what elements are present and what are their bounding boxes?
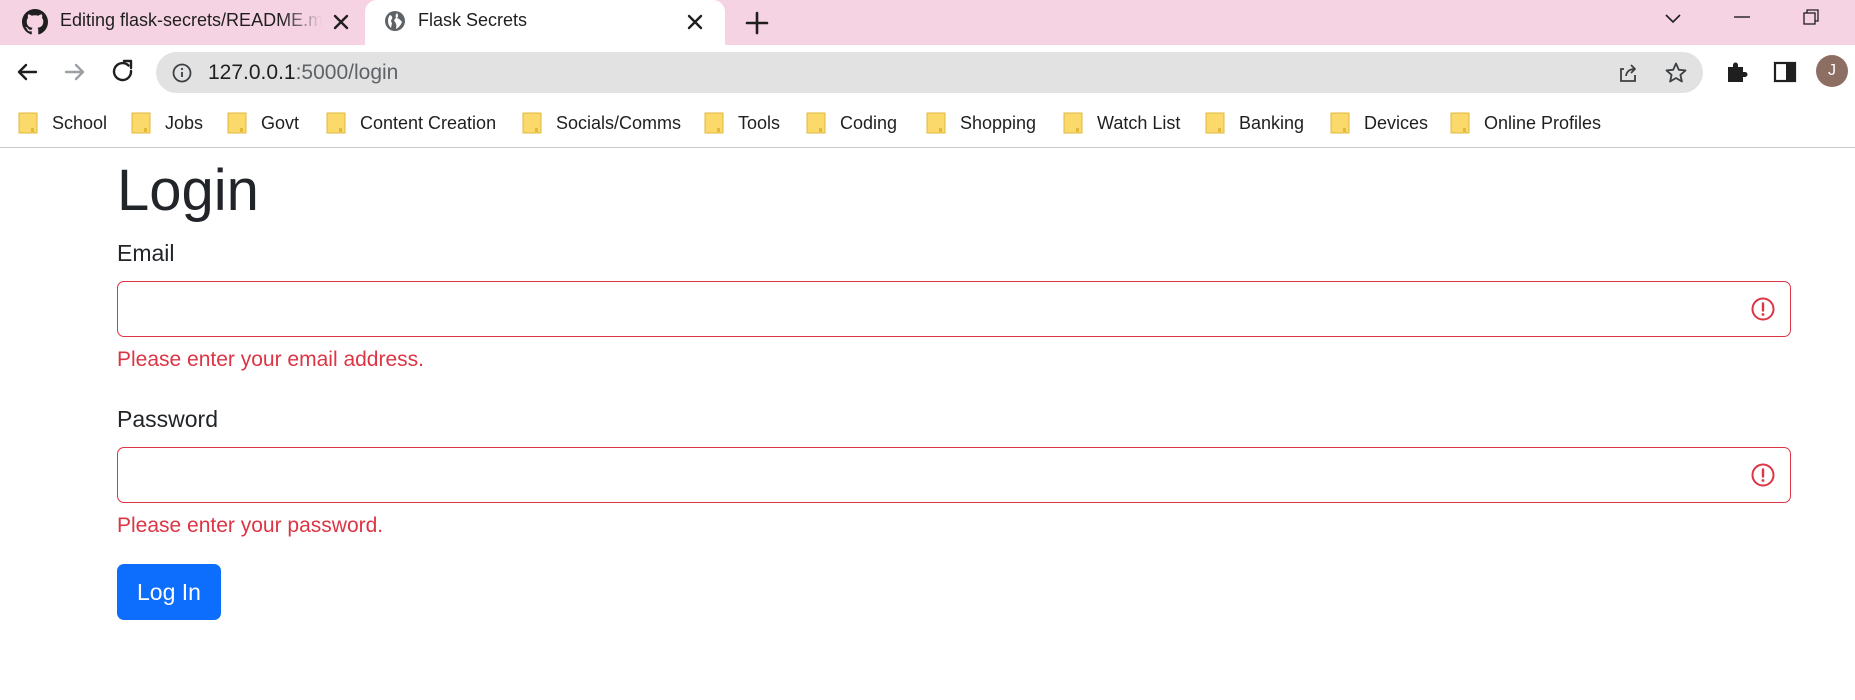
tab-title: Editing flask-secrets/README.md [60, 10, 322, 30]
tab-flask-secrets[interactable]: Flask Secrets [365, 0, 725, 45]
folder-icon [131, 112, 151, 134]
email-error-message: Please enter your email address. [117, 348, 424, 371]
bookmark-label: Online Profiles [1484, 112, 1602, 133]
address-bar[interactable]: 127.0.0.1:5000/login [156, 52, 1703, 93]
profile-avatar[interactable]: J [1816, 55, 1848, 87]
invalid-exclamation-icon [1751, 463, 1775, 487]
bookmark-label: Coding [840, 112, 898, 133]
login-page: Login Email Please enter your email addr… [0, 148, 1855, 700]
bookmarks-bar: School Jobs Govt Content Creation Social… [0, 100, 1855, 148]
close-icon[interactable] [329, 10, 353, 34]
bookmark-label: Socials/Comms [556, 112, 682, 133]
page-title: Login [117, 158, 259, 223]
folder-icon [326, 112, 346, 134]
folder-icon [926, 112, 946, 134]
login-button[interactable]: Log In [117, 564, 221, 620]
reload-icon[interactable] [108, 57, 138, 87]
minimize-icon[interactable] [1724, 4, 1760, 34]
password-label: Password [117, 406, 218, 432]
bookmark-label: Govt [261, 112, 300, 133]
bookmark-label: Jobs [165, 112, 204, 133]
bookmark-label: Devices [1364, 112, 1429, 133]
bookmark-folder-coding[interactable]: Coding [806, 110, 897, 136]
browser-toolbar: 127.0.0.1:5000/login [0, 45, 1855, 100]
bookmark-folder-devices[interactable]: Devices [1330, 110, 1428, 136]
bookmark-star-icon[interactable] [1663, 60, 1689, 86]
bookmark-folder-content-creation[interactable]: Content Creation [326, 110, 496, 136]
new-tab-plus-icon[interactable] [742, 8, 772, 38]
side-panel-icon[interactable] [1771, 58, 1799, 86]
folder-icon [806, 112, 826, 134]
folder-icon [522, 112, 542, 134]
bookmark-label: Content Creation [360, 112, 497, 133]
password-field[interactable] [117, 447, 1791, 503]
bookmark-folder-school[interactable]: School [18, 110, 107, 136]
folder-icon [1063, 112, 1083, 134]
bookmark-label: Tools [738, 112, 781, 133]
forward-arrow-icon[interactable] [60, 57, 90, 87]
tab-title: Flask Secrets [418, 10, 528, 30]
email-label: Email [117, 240, 175, 266]
site-info-icon[interactable] [171, 62, 193, 84]
invalid-exclamation-icon [1751, 297, 1775, 321]
tab-readme[interactable]: Editing flask-secrets/README.md [0, 0, 365, 45]
bookmark-folder-watch-list[interactable]: Watch List [1063, 110, 1180, 136]
folder-icon [704, 112, 724, 134]
bookmark-folder-banking[interactable]: Banking [1205, 110, 1304, 136]
folder-icon [227, 112, 247, 134]
folder-icon [1205, 112, 1225, 134]
bookmark-folder-online-profiles[interactable]: Online Profiles [1450, 110, 1601, 136]
email-field[interactable] [117, 281, 1791, 337]
url-text: 127.0.0.1:5000/login [208, 61, 398, 85]
folder-icon [1450, 112, 1470, 134]
bookmark-label: Watch List [1097, 112, 1181, 133]
bookmark-folder-govt[interactable]: Govt [227, 110, 299, 136]
github-icon [22, 9, 48, 35]
globe-icon [385, 11, 405, 31]
bookmark-label: School [52, 112, 108, 133]
password-error-message: Please enter your password. [117, 514, 384, 537]
bookmark-folder-tools[interactable]: Tools [704, 110, 780, 136]
bookmark-folder-shopping[interactable]: Shopping [926, 110, 1036, 136]
bookmark-folder-jobs[interactable]: Jobs [131, 110, 203, 136]
tab-strip: Editing flask-secrets/README.md Flask Se… [0, 0, 1855, 45]
close-icon[interactable] [683, 10, 707, 34]
extensions-puzzle-icon[interactable] [1723, 58, 1751, 86]
tab-search-chevron-down-icon[interactable] [1655, 4, 1691, 34]
back-arrow-icon[interactable] [12, 57, 42, 87]
restore-icon[interactable] [1792, 4, 1828, 34]
share-icon[interactable] [1615, 60, 1641, 86]
bookmark-label: Banking [1239, 112, 1305, 133]
bookmark-label: Shopping [960, 112, 1037, 133]
folder-icon [1330, 112, 1350, 134]
url-path: :5000/login [295, 61, 399, 84]
url-host: 127.0.0.1 [208, 61, 296, 84]
bookmark-folder-socials-comms[interactable]: Socials/Comms [522, 110, 681, 136]
folder-icon [18, 112, 38, 134]
